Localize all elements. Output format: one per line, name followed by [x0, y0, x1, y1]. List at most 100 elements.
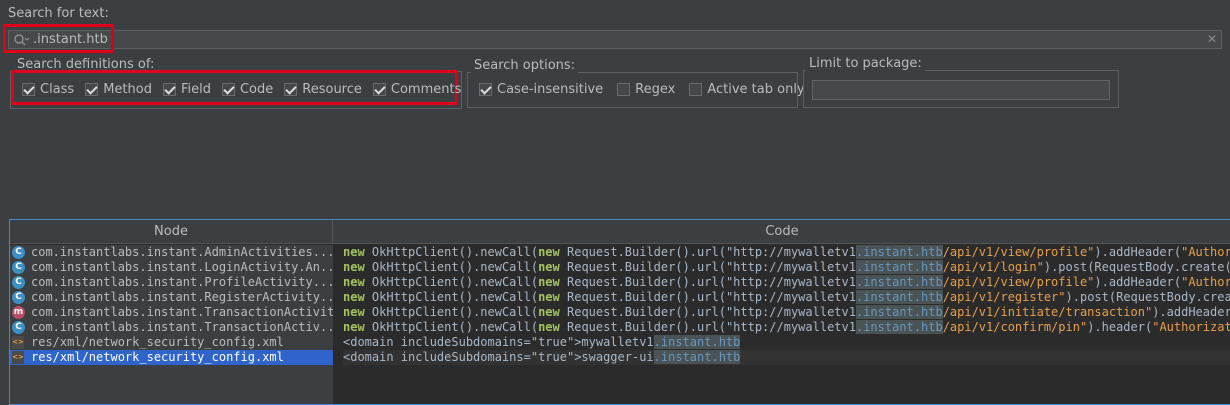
method-icon: m [12, 306, 25, 319]
code-segment: "http://mywalletv1 [725, 260, 856, 274]
checkbox-label: Code [239, 81, 274, 97]
code-segment: OkHttpClient().newCall( [364, 260, 539, 274]
table-row-code[interactable]: new OkHttpClient().newCall(new Request.B… [343, 320, 1230, 335]
checkbox-checked-icon[interactable] [85, 82, 99, 96]
code-segment: new [343, 320, 365, 334]
code-segment: new [343, 305, 365, 319]
definition-class-checkbox[interactable]: Class [22, 80, 74, 98]
class-icon: C [12, 246, 25, 259]
code-segment: Request.Builder().url( [559, 290, 726, 304]
code-segment: <domain includeSubdomains="true">swagger… [343, 350, 654, 364]
table-row-node[interactable]: <> res/xml/network_security_config.xml [10, 335, 333, 350]
definition-comments-checkbox[interactable]: Comments [372, 80, 462, 98]
code-segment: .instant.htb [855, 275, 943, 289]
table-row-code[interactable]: new OkHttpClient().newCall(new Request.B… [343, 245, 1230, 260]
table-row-node[interactable]: Ccom.instantlabs.instant.LoginActivity.A… [10, 260, 333, 275]
code-segment: "http://mywalletv1 [725, 290, 856, 304]
code-segment: new [538, 275, 560, 289]
checkbox-checked-icon[interactable] [284, 82, 298, 96]
checkbox-checked-icon[interactable] [22, 82, 35, 96]
code-segment: /api/v1/initiate/transaction" [942, 305, 1153, 319]
code-segment: <domain includeSubdomains="true">mywalle… [343, 335, 654, 349]
code-segment: "http://mywalletv1 [725, 320, 856, 334]
highlight-box-search [3, 24, 114, 53]
xml-icon: <> [12, 351, 24, 364]
code-segment: new [538, 320, 560, 334]
definition-method-checkbox[interactable]: Method [85, 80, 152, 98]
code-segment: "http://mywalletv1 [725, 245, 856, 259]
checkbox-checked-icon[interactable] [372, 82, 386, 96]
table-row-code[interactable]: <domain includeSubdomains="true">swagger… [343, 350, 1230, 365]
checkbox-label: Class [40, 81, 75, 97]
checkbox-label: Comments [390, 81, 462, 97]
class-icon: C [12, 321, 25, 334]
code-segment: new [343, 245, 365, 259]
table-row-code[interactable]: new OkHttpClient().newCall(new Request.B… [343, 275, 1230, 290]
checkbox-label: Field [180, 81, 211, 97]
code-segment: new [538, 260, 560, 274]
table-row-node[interactable]: Ccom.instantlabs.instant.AdminActivities… [10, 245, 333, 260]
class-icon: C [12, 276, 25, 289]
code-segment: ).post(RequestBody.create(M [1065, 290, 1230, 304]
node-text: res/xml/network_security_config.xml [31, 335, 284, 349]
clear-icon[interactable]: ✕ [1207, 32, 1217, 46]
code-segment: /api/v1/register" [942, 290, 1066, 304]
checkbox-unchecked-icon[interactable] [617, 82, 631, 96]
code-segment: OkHttpClient().newCall( [364, 305, 539, 319]
table-row-code[interactable]: new OkHttpClient().newCall(new Request.B… [343, 305, 1230, 320]
definition-field-checkbox[interactable]: Field [162, 80, 211, 98]
table-row-node[interactable]: Ccom.instantlabs.instant.RegisterActivit… [10, 290, 333, 305]
column-header-node[interactable]: Node [10, 220, 333, 244]
code-segment: OkHttpClient().newCall( [364, 290, 539, 304]
code-segment: /api/v1/confirm/pin" [942, 320, 1088, 334]
table-row-node[interactable]: Ccom.instantlabs.instant.TransactionActi… [10, 320, 333, 335]
column-header-code[interactable]: Code [333, 220, 1230, 244]
definition-code-checkbox[interactable]: Code [221, 80, 274, 98]
checkbox-label: Resource [302, 81, 362, 97]
code-segment: new [538, 245, 560, 259]
table-row-code[interactable]: new OkHttpClient().newCall(new Request.B… [343, 260, 1230, 275]
code-segment: .instant.htb [855, 305, 943, 319]
checkbox-checked-icon[interactable] [221, 82, 235, 96]
table-row-node[interactable]: m com.instantlabs.instant.TransactionActi… [10, 305, 333, 320]
code-segment: "Authorization" [1152, 320, 1230, 334]
code-segment: /api/v1/view/profile" [942, 275, 1095, 289]
code-segment: ).post(RequestBody.create(Medi [1043, 260, 1230, 274]
search-options-list: Case-insensitive Regex Active tab only [479, 80, 805, 98]
option-active-tab-only-checkbox[interactable]: Active tab only [689, 80, 805, 98]
code-segment: ).addHeader( [1152, 305, 1230, 319]
checkbox-checked-icon[interactable] [162, 82, 176, 96]
code-segment: .instant.htb [855, 260, 943, 274]
option-regex-checkbox[interactable]: Regex [617, 80, 675, 98]
table-row-node[interactable]: <> res/xml/network_security_config.xml [10, 350, 333, 365]
code-segment: .instant.htb [653, 335, 741, 349]
xml-icon: <> [12, 336, 24, 349]
definitions-options: Class Method Field Code Resource Comments [22, 80, 461, 98]
node-column: Ccom.instantlabs.instant.AdminActivities… [10, 245, 333, 404]
node-text: com.instantlabs.instant.LoginActivity.An… [31, 260, 333, 274]
code-segment: /api/v1/login" [942, 260, 1044, 274]
checkbox-unchecked-icon[interactable] [689, 82, 703, 96]
node-text: com.instantlabs.instant.ProfileActivity.… [31, 275, 333, 289]
code-segment: Request.Builder().url( [559, 245, 726, 259]
table-row-code[interactable]: new OkHttpClient().newCall(new Request.B… [343, 290, 1230, 305]
code-segment: new [343, 275, 365, 289]
code-segment: new [343, 290, 365, 304]
checkbox-checked-icon[interactable] [479, 82, 492, 96]
code-segment: /api/v1/view/profile" [942, 245, 1095, 259]
class-icon: C [12, 291, 25, 304]
node-text: com.instantlabs.instant.AdminActivities.… [31, 245, 333, 259]
definition-resource-checkbox[interactable]: Resource [284, 80, 362, 98]
code-segment: Request.Builder().url( [559, 305, 726, 319]
table-row-node[interactable]: Ccom.instantlabs.instant.ProfileActivity… [10, 275, 333, 290]
package-title: Limit to package: [806, 56, 925, 71]
package-input[interactable] [812, 80, 1110, 100]
class-icon: C [12, 261, 25, 274]
code-segment: Request.Builder().url( [559, 320, 726, 334]
table-row-code[interactable]: <domain includeSubdomains="true">mywalle… [343, 335, 1230, 350]
code-segment: .instant.htb [855, 320, 943, 334]
search-field[interactable]: .instant.htb ✕ [8, 30, 1222, 49]
code-segment: ).addHeader( [1094, 245, 1182, 259]
option-case-insensitive-checkbox[interactable]: Case-insensitive [479, 80, 603, 98]
search-options-title: Search options: [471, 58, 579, 73]
